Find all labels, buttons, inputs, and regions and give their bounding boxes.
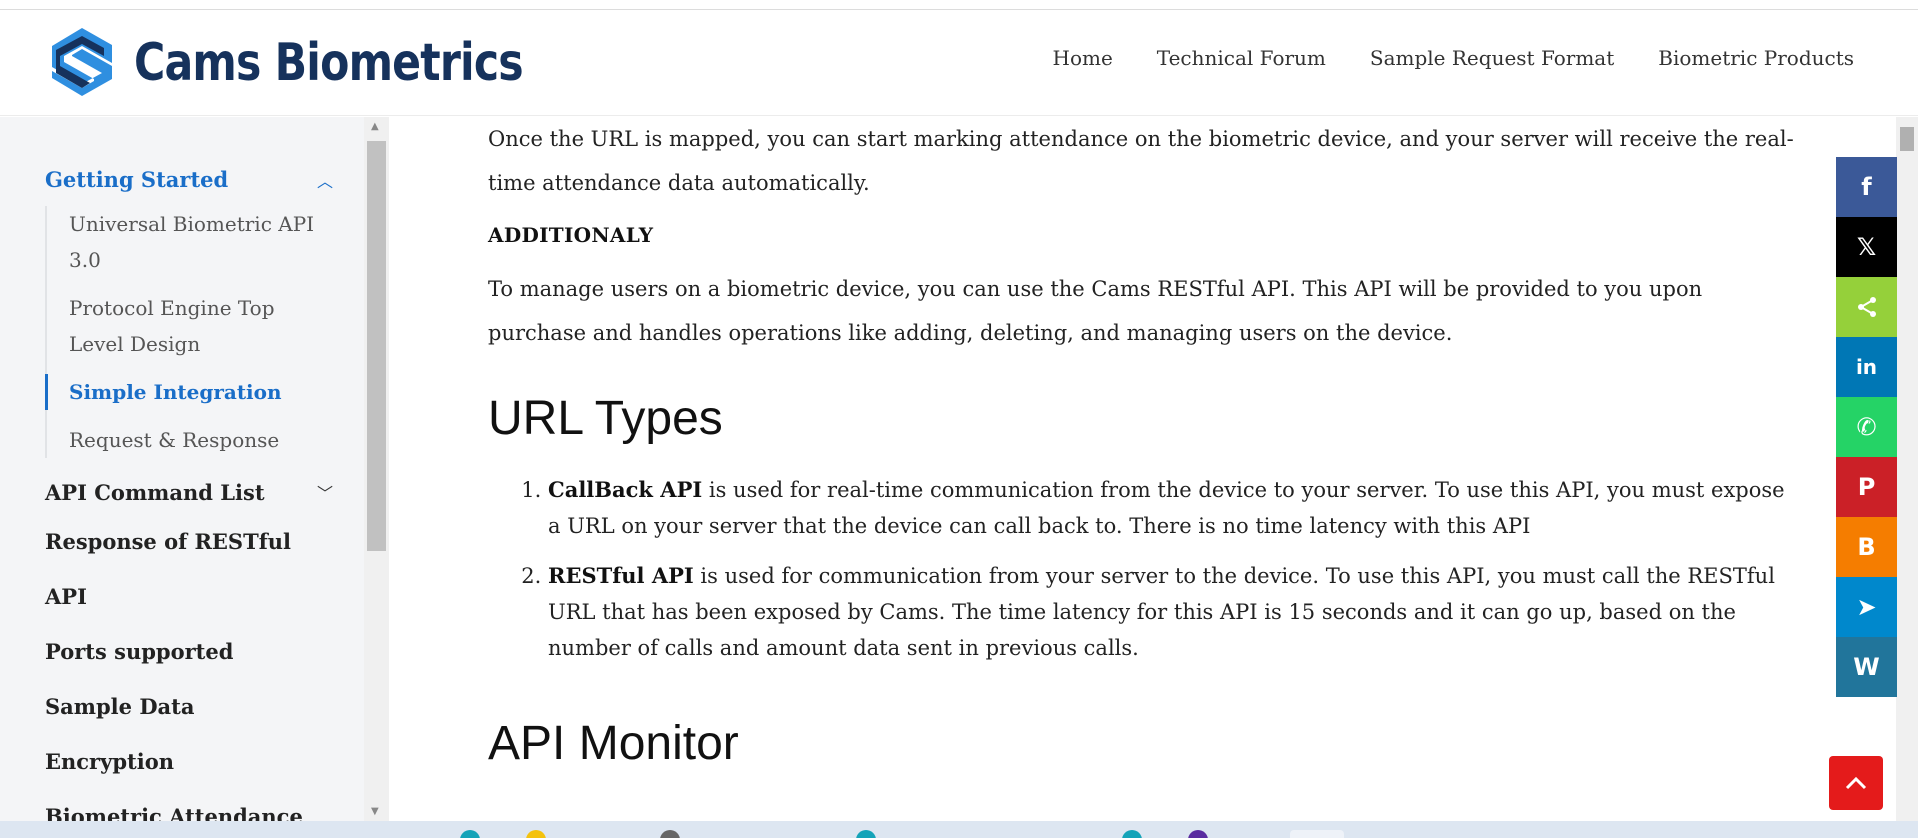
nav-biometric-products[interactable]: Biometric Products [1658,46,1854,70]
docs-sidebar: Getting Started ︿ Universal Biometric AP… [0,117,364,821]
taskbar-app-icon[interactable] [526,830,546,838]
sidebar-item-ports-supported[interactable]: Ports supported [45,624,335,679]
list-item-text: is used for real-time communication from… [548,478,1785,538]
scroll-down-arrow-icon[interactable]: ▼ [371,806,379,817]
chevron-up-icon[interactable]: ︿ [315,168,335,192]
x-share-button[interactable]: 𝕏 [1836,217,1897,277]
additionally-heading: ADDITIONALY [488,223,654,247]
taskbar-app-icon[interactable] [856,830,876,838]
sidebar-item-universal-biometric-api[interactable]: Universal Biometric API 3.0 [47,206,327,278]
sidebar-scrollbar[interactable]: ▲ ▼ [364,117,389,821]
nav-home[interactable]: Home [1053,46,1113,70]
page-scroll-thumb[interactable] [1900,127,1914,151]
taskbar-app-icon[interactable] [660,830,680,838]
telegram-share-button[interactable]: ➤ [1836,577,1897,637]
list-item: CallBack API is used for real-time commu… [548,472,1798,544]
paragraph-restful-api: To manage users on a biometric device, y… [488,277,1703,345]
list-item-text: is used for communication from your serv… [548,564,1775,660]
site-header: Cams Biometrics Home Technical Forum Sam… [0,10,1918,116]
site-logo[interactable]: Cams Biometrics [48,26,608,100]
sidebar-group-api-command-list[interactable]: API Command List ﹀ [45,470,335,514]
chevron-down-icon[interactable]: ﹀ [315,480,335,504]
wordpress-share-button[interactable]: W [1836,637,1897,697]
sidebar-item-sample-data[interactable]: Sample Data [45,679,335,734]
nav-sample-request-format[interactable]: Sample Request Format [1370,46,1614,70]
list-item: RESTful API is used for communication fr… [548,558,1798,666]
chevron-up-icon [1845,776,1867,790]
generic-share-button[interactable] [1836,277,1897,337]
page-scrollbar[interactable] [1896,117,1918,821]
taskbar-app-icon[interactable] [460,830,480,838]
list-item-term: RESTful API [548,563,694,588]
os-taskbar [0,821,1918,838]
main-content: Once the URL is mapped, you can start ma… [389,117,1896,821]
pinterest-icon: P [1857,473,1876,501]
api-monitor-heading: API Monitor [488,717,739,770]
sidebar-item-simple-integration[interactable]: Simple Integration [45,374,325,410]
linkedin-icon: in [1855,355,1878,379]
brand-name: Cams Biometrics [134,33,524,93]
taskbar-active-app[interactable] [1290,830,1344,838]
sidebar-sublist: Universal Biometric API 3.0 Protocol Eng… [45,206,345,458]
taskbar-app-icon[interactable] [1122,830,1142,838]
sidebar-scroll-thumb[interactable] [367,141,386,551]
scroll-up-arrow-icon[interactable]: ▲ [371,121,379,132]
url-types-list: CallBack API is used for real-time commu… [488,472,1798,666]
share-bar: f 𝕏 in ✆ P B ➤ W [1836,157,1897,697]
paragraph-url-mapped: Once the URL is mapped, you can start ma… [488,127,1794,195]
sidebar-item-response-restful[interactable]: Response of RESTful API [45,514,335,624]
taskbar-app-icon[interactable] [1188,830,1208,838]
sidebar-group-label: Getting Started [45,167,229,192]
sidebar-item-biometric-attendance[interactable]: Biometric Attendance [45,789,335,821]
sidebar-group-getting-started[interactable]: Getting Started ︿ [45,167,335,192]
sidebar-group-label: API Command List [45,479,265,505]
main-nav: Home Technical Forum Sample Request Form… [1053,46,1855,70]
facebook-icon: f [1861,173,1872,201]
sidebar-item-request-response[interactable]: Request & Response [47,422,327,458]
whatsapp-icon: ✆ [1856,413,1877,441]
linkedin-share-button[interactable]: in [1836,337,1897,397]
blogger-icon: B [1857,533,1876,561]
sidebar-item-protocol-engine[interactable]: Protocol Engine Top Level Design [47,290,327,362]
facebook-share-button[interactable]: f [1836,157,1897,217]
cams-logo-icon [52,28,112,96]
back-to-top-button[interactable] [1829,756,1883,810]
sidebar-item-encryption[interactable]: Encryption [45,734,335,789]
telegram-icon: ➤ [1856,593,1877,621]
url-types-heading: URL Types [488,392,723,445]
pinterest-share-button[interactable]: P [1836,457,1897,517]
x-icon: 𝕏 [1856,233,1877,261]
list-item-term: CallBack API [548,477,703,502]
blogger-share-button[interactable]: B [1836,517,1897,577]
whatsapp-share-button[interactable]: ✆ [1836,397,1897,457]
browser-top-edge [0,0,1918,10]
nav-technical-forum[interactable]: Technical Forum [1157,46,1326,70]
share-icon [1857,297,1876,317]
wordpress-icon: W [1853,653,1880,681]
